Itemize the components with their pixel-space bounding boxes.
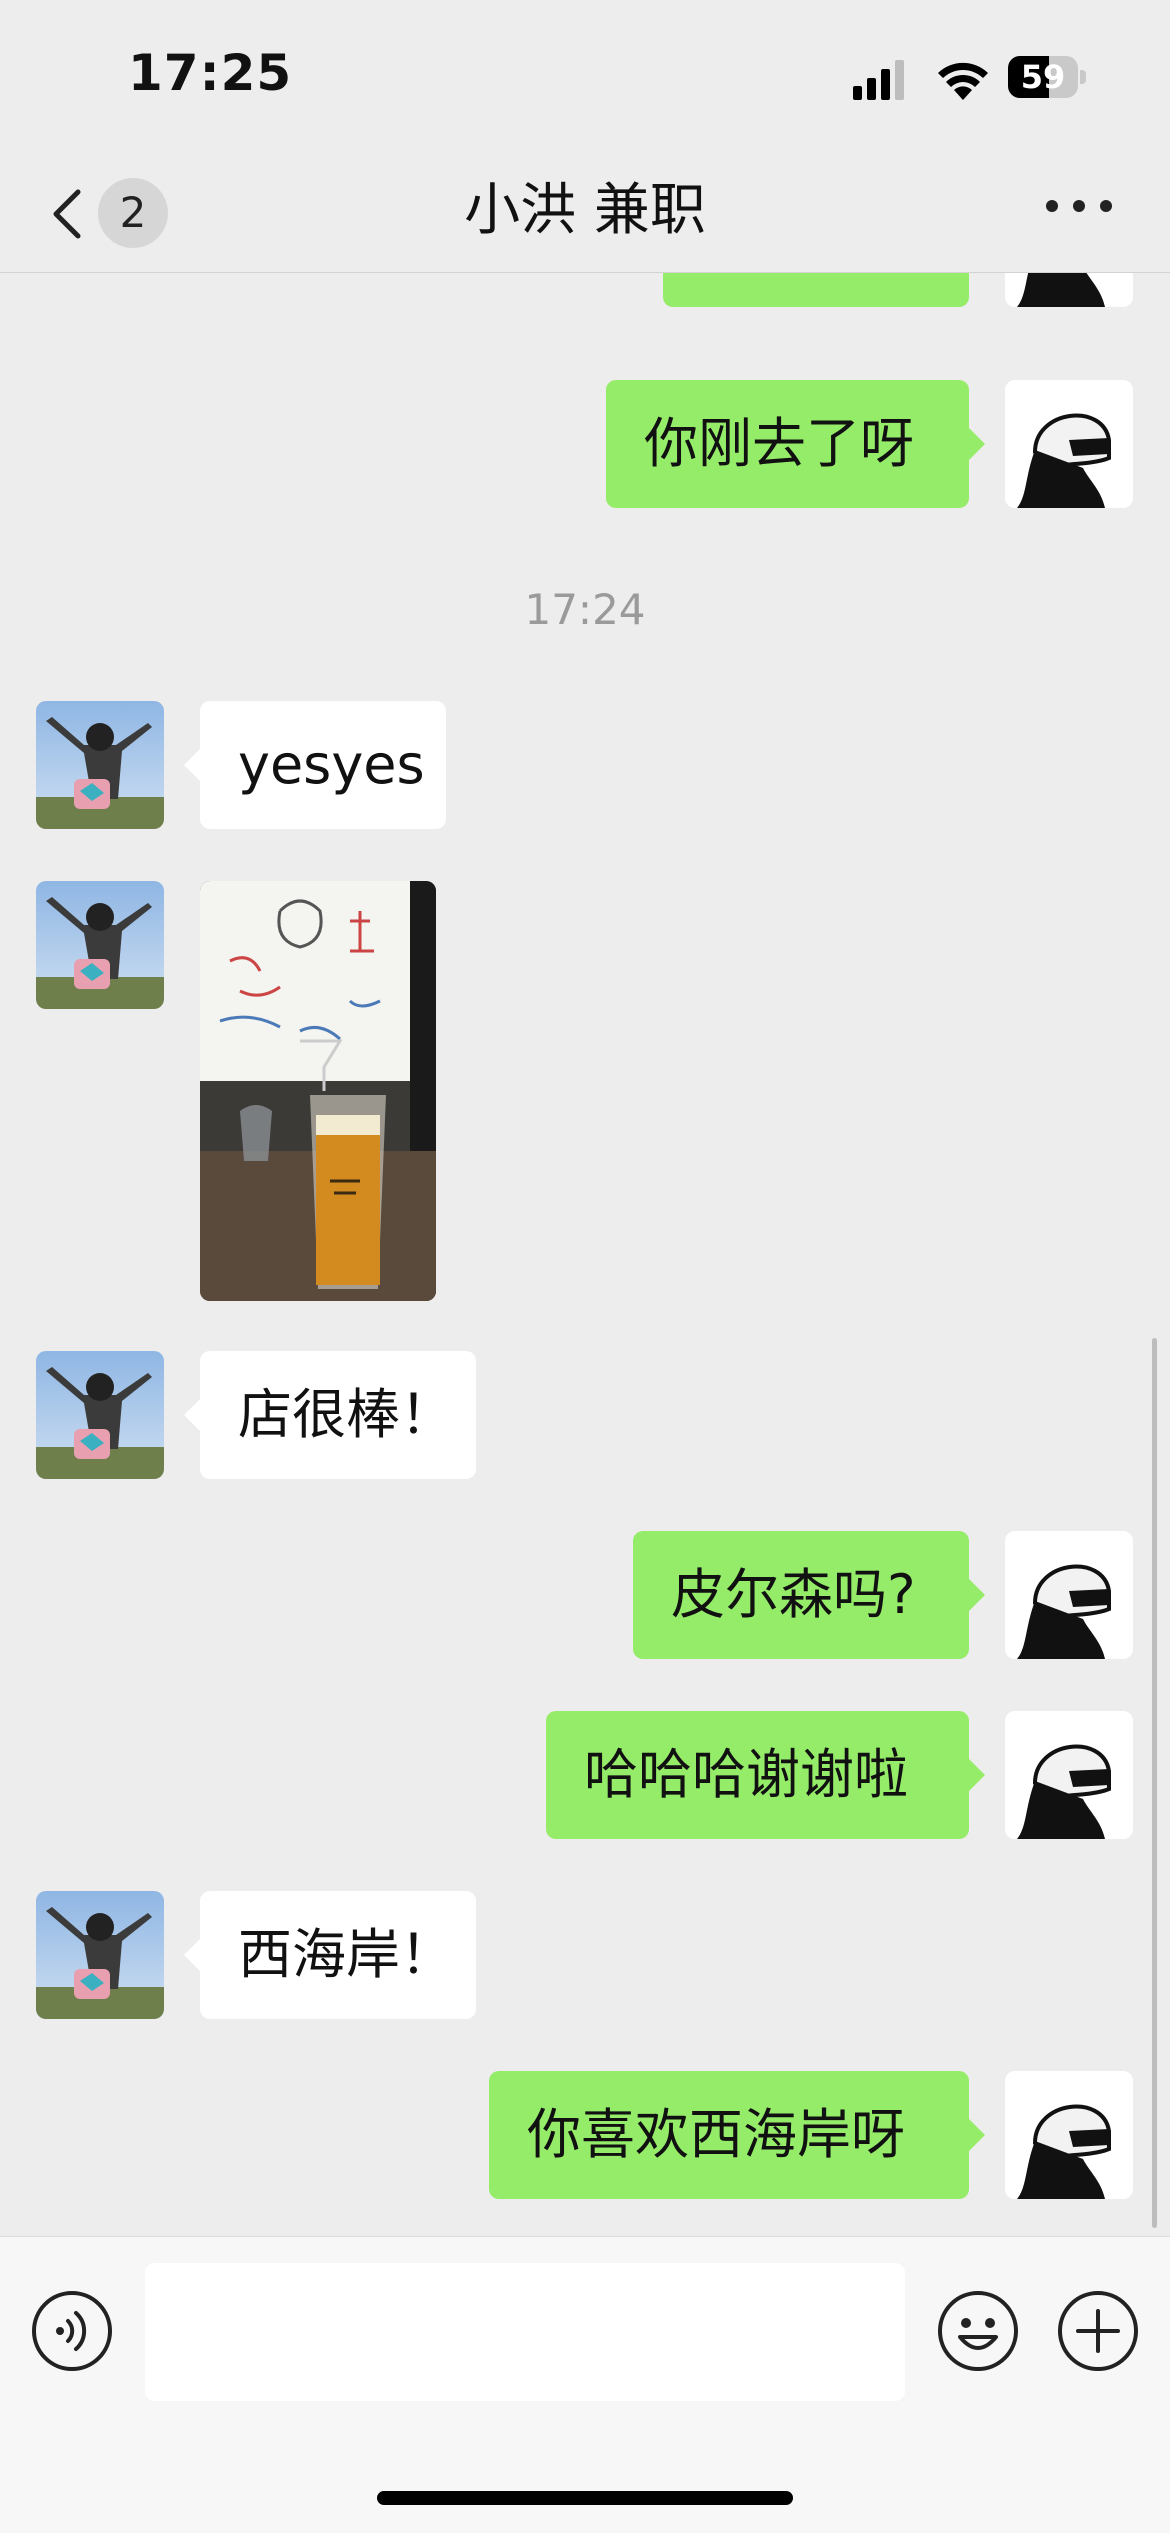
input-bar xyxy=(0,2236,1170,2533)
chat-header: 小洪 兼职 2 xyxy=(0,150,1170,273)
cellular-signal-icon xyxy=(853,60,904,100)
message-bubble[interactable]: 前线来报 xyxy=(663,273,969,307)
message-bubble[interactable]: 哈哈哈谢谢啦 xyxy=(546,1711,985,1839)
battery-level: 59 xyxy=(1020,58,1066,96)
my-avatar[interactable] xyxy=(1005,273,1133,307)
message-bubble[interactable]: 你喜欢西海岸呀 xyxy=(489,2071,985,2199)
back-button[interactable]: 2 xyxy=(40,178,180,248)
unread-count-badge: 2 xyxy=(98,178,168,248)
more-dots-icon xyxy=(1046,200,1058,212)
emoji-icon[interactable] xyxy=(936,2289,1020,2373)
wifi-icon xyxy=(938,62,988,100)
message-bubble[interactable]: 皮尔森吗? xyxy=(633,1531,985,1659)
time-separator: 17:24 xyxy=(524,585,646,634)
plus-icon[interactable] xyxy=(1056,2289,1140,2373)
message-bubble[interactable]: 店很棒！ xyxy=(184,1351,476,1479)
message-bubble[interactable]: yesyes xyxy=(184,701,446,829)
my-avatar[interactable] xyxy=(1005,1531,1133,1659)
voice-icon[interactable] xyxy=(30,2289,114,2373)
status-bar: 17:25 59 xyxy=(0,0,1170,150)
message-input[interactable] xyxy=(145,2263,905,2401)
my-avatar[interactable] xyxy=(1005,2071,1133,2199)
home-indicator[interactable] xyxy=(377,2491,793,2505)
message-bubble[interactable]: 西海岸！ xyxy=(184,1891,476,2019)
my-avatar[interactable] xyxy=(1005,380,1133,508)
status-time: 17:25 xyxy=(128,44,293,102)
scroll-indicator[interactable] xyxy=(1152,1338,1157,2228)
chat-message-list[interactable]: 前线来报 你刚去了呀 17:24 yesyes xyxy=(0,273,1170,2235)
contact-avatar[interactable] xyxy=(36,1891,164,2019)
battery-icon: 59 xyxy=(1008,56,1086,98)
photo-message[interactable] xyxy=(200,881,436,1301)
chevron-left-icon xyxy=(53,189,81,239)
message-bubble[interactable]: 你刚去了呀 xyxy=(606,380,985,508)
contact-avatar[interactable] xyxy=(36,881,164,1009)
my-avatar[interactable] xyxy=(1005,1711,1133,1839)
contact-avatar[interactable] xyxy=(36,1351,164,1479)
contact-avatar[interactable] xyxy=(36,701,164,829)
more-button[interactable] xyxy=(1044,186,1114,226)
